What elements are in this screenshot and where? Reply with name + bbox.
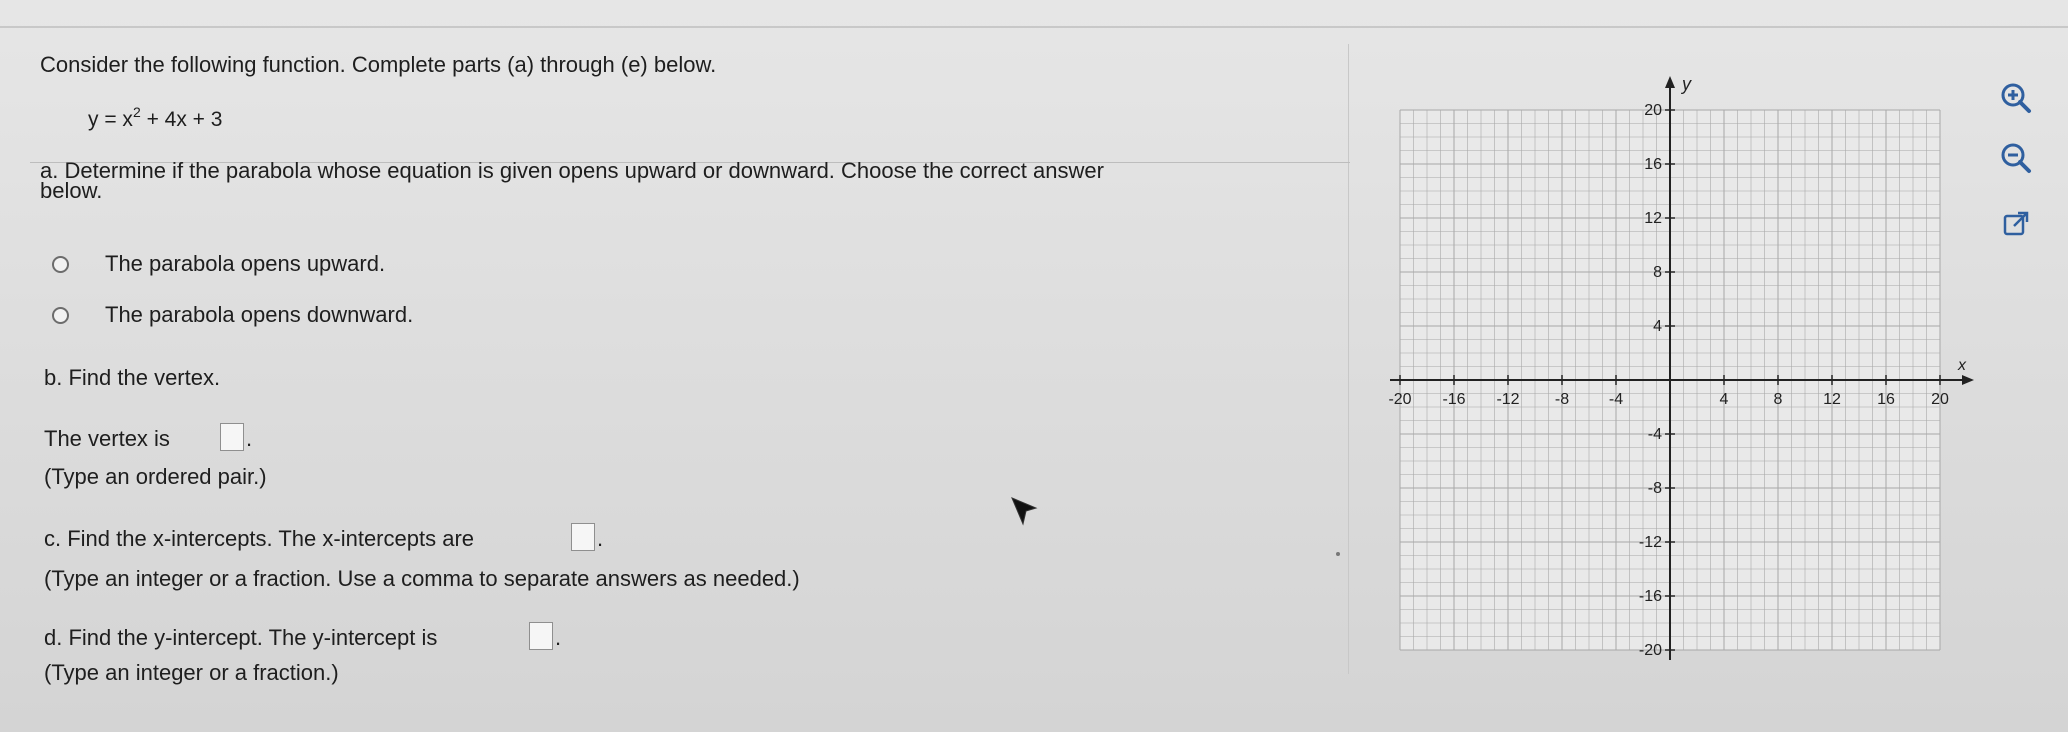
- graph-divider: [1348, 44, 1349, 674]
- zoom-in-icon: [2001, 83, 2031, 113]
- zoom-out-icon: [2001, 143, 2031, 173]
- vertex-period: .: [246, 426, 253, 451]
- y-tick-label: 12: [1644, 210, 1662, 227]
- y-axis-label: y: [1680, 74, 1692, 94]
- y-tick-label: 16: [1644, 156, 1662, 173]
- y-intercept-hint: (Type an integer or a fraction.): [44, 660, 339, 685]
- x-intercepts-hint: (Type an integer or a fraction. Use a co…: [44, 566, 800, 591]
- popout-icon: [2003, 211, 2029, 236]
- y-intercept-answer-box[interactable]: [529, 622, 553, 650]
- y-tick-label: 4: [1653, 318, 1662, 335]
- y-tick-label: -4: [1648, 426, 1662, 443]
- x-axis-label: x: [1957, 357, 1967, 374]
- y-tick-label: -20: [1639, 642, 1662, 659]
- part-b-prompt: b. Find the vertex.: [44, 365, 221, 390]
- part-a-prompt-continued: below.: [40, 178, 103, 203]
- y-tick-label: 20: [1644, 102, 1662, 119]
- option-opens-downward[interactable]: The parabola opens downward.: [52, 300, 413, 330]
- y-intercept-period: .: [555, 625, 562, 650]
- vertex-hint: (Type an ordered pair.): [44, 464, 267, 489]
- question-intro: Consider the following function. Complet…: [40, 52, 717, 77]
- y-tick-label: 8: [1653, 264, 1662, 281]
- x-tick-label: 8: [1774, 391, 1783, 408]
- vertex-answer-label: The vertex is: [44, 426, 170, 451]
- y-tick-label: -16: [1639, 588, 1662, 605]
- x-tick-label: -4: [1609, 391, 1623, 408]
- part-c-prompt: c. Find the x-intercepts. The x-intercep…: [44, 526, 474, 551]
- x-tick-label: 16: [1877, 391, 1895, 408]
- x-tick-label: 12: [1823, 391, 1841, 408]
- x-axis-arrow: [1962, 375, 1974, 385]
- option-downward-label: The parabola opens downward.: [105, 302, 414, 327]
- function-prefix: y = x: [88, 108, 133, 131]
- x-tick-label: -16: [1442, 391, 1465, 408]
- vertex-answer-box[interactable]: [220, 423, 244, 451]
- radio-downward[interactable]: [52, 306, 69, 324]
- question-panel: Consider the following function. Complet…: [0, 0, 2068, 732]
- x-intercepts-period: .: [597, 526, 604, 551]
- y-axis-arrow: [1665, 76, 1675, 88]
- x-tick-label: 4: [1720, 391, 1729, 408]
- x-intercepts-answer-box[interactable]: [571, 523, 595, 551]
- part-a-prompt: a. Determine if the parabola whose equat…: [40, 158, 1104, 183]
- option-opens-upward[interactable]: The parabola opens upward.: [52, 249, 385, 279]
- mouse-cursor-icon: [1011, 497, 1038, 526]
- popout-button[interactable]: [1996, 204, 2036, 244]
- radio-upward[interactable]: [52, 255, 69, 273]
- function-exponent: 2: [132, 104, 141, 120]
- coordinate-graph[interactable]: -20 -16 -12 -8 -4 4 8 12 16 20 20 16 12 8 4 -4 -8 -12 -16…: [1360, 70, 1980, 660]
- stray-dot: [1336, 552, 1340, 556]
- function-equation: y = x2 + 4x + 3: [88, 104, 222, 132]
- x-tick-label: -12: [1496, 391, 1519, 408]
- option-upward-label: The parabola opens upward.: [105, 251, 386, 276]
- function-suffix: + 4x + 3: [140, 108, 223, 131]
- x-tick-label: 20: [1931, 391, 1949, 408]
- x-tick-label: -20: [1388, 391, 1411, 408]
- y-tick-label: -8: [1648, 480, 1662, 497]
- part-d-prompt: d. Find the y-intercept. The y-intercept…: [44, 625, 438, 650]
- zoom-out-button[interactable]: [1996, 138, 2036, 178]
- top-divider: [0, 26, 2068, 28]
- x-tick-label: -8: [1555, 391, 1569, 408]
- zoom-in-button[interactable]: [1996, 78, 2036, 118]
- y-tick-label: -12: [1639, 534, 1662, 551]
